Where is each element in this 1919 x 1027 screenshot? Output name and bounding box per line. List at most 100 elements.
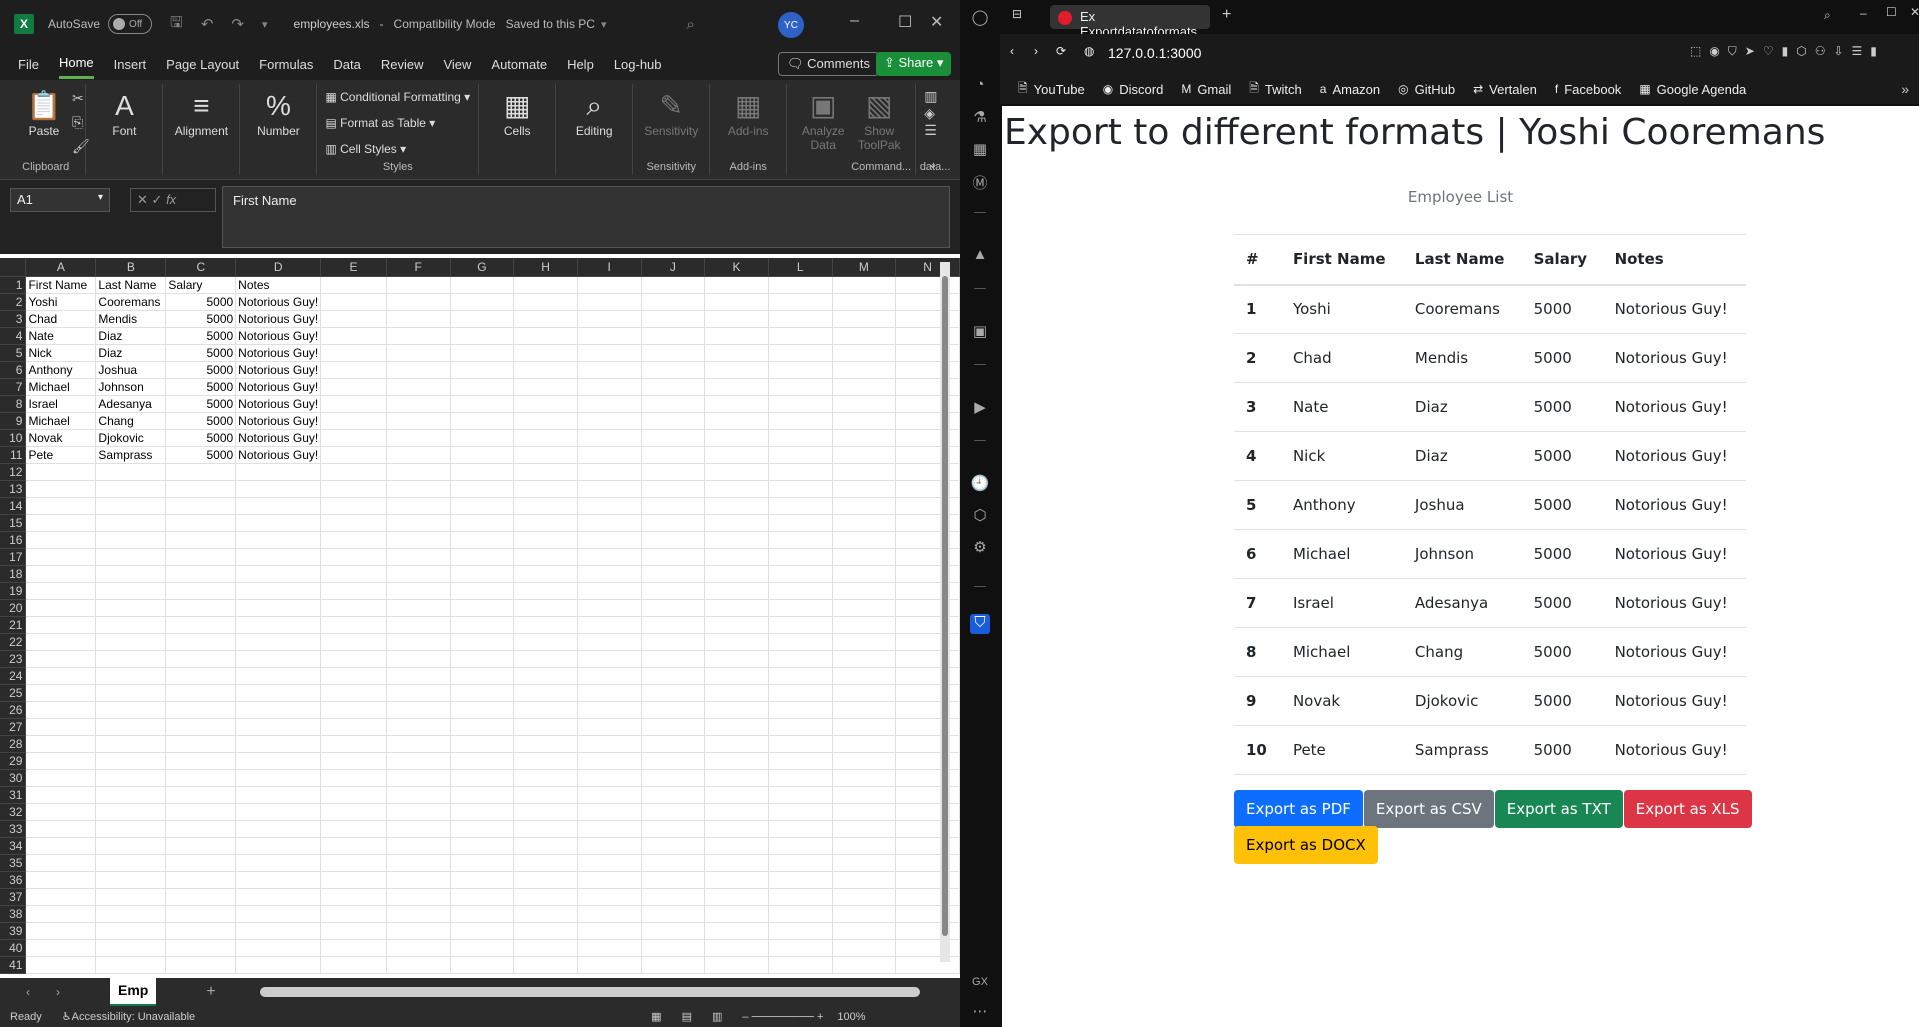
aria-icon[interactable]: ▲ [970,246,990,266]
minimize-icon[interactable]: – [850,12,859,30]
copy-icon[interactable]: ⎘ [72,114,83,131]
row-header[interactable]: 38 [0,905,27,923]
cell[interactable] [95,786,167,804]
cell[interactable]: 5000 [165,310,237,328]
cell[interactable] [450,327,515,345]
column-header[interactable]: B [95,258,167,277]
cell[interactable]: Novak [25,429,97,447]
more-bookmarks-icon[interactable]: » [1901,81,1909,97]
cell[interactable] [577,412,642,430]
cell[interactable] [704,480,769,498]
cell[interactable] [577,905,642,923]
cell[interactable] [235,752,322,770]
cell[interactable] [450,616,515,634]
cell[interactable] [513,752,578,770]
cell[interactable] [768,429,833,447]
cell[interactable] [450,684,515,702]
cell[interactable] [768,667,833,685]
cell[interactable] [25,582,97,600]
player-icon[interactable]: ▶ [970,398,990,418]
cell[interactable] [450,599,515,617]
cell[interactable] [641,463,706,481]
cell[interactable] [450,888,515,906]
cell[interactable] [320,497,387,515]
cell[interactable] [450,786,515,804]
cell[interactable] [704,514,769,532]
bookmark-amazon[interactable]: a Amazon [1320,82,1380,97]
cell[interactable] [768,531,833,549]
row-header[interactable]: 21 [0,616,27,634]
vertical-scrollbar[interactable] [940,262,950,962]
menu-help[interactable]: Help [567,51,594,78]
row-header[interactable]: 5 [0,344,27,362]
cell[interactable] [235,905,322,923]
menu-page-layout[interactable]: Page Layout [166,51,239,78]
cell[interactable] [386,752,451,770]
cell[interactable]: Salary [165,276,237,294]
normal-view-icon[interactable]: ▦ [651,1010,661,1023]
cell[interactable] [25,786,97,804]
cell[interactable] [235,718,322,736]
cell[interactable] [768,769,833,787]
cell[interactable] [386,327,451,345]
cell[interactable] [704,888,769,906]
row-header[interactable]: 14 [0,497,27,515]
cell[interactable] [768,361,833,379]
cell[interactable] [577,429,642,447]
cell[interactable] [832,616,897,634]
cell[interactable] [513,956,578,974]
cell[interactable] [832,820,897,838]
cell[interactable] [768,378,833,396]
cell[interactable] [641,820,706,838]
cell[interactable] [513,497,578,515]
cell[interactable] [320,956,387,974]
cell[interactable] [513,718,578,736]
maximize-icon[interactable]: ☐ [898,12,912,32]
row-header[interactable]: 17 [0,548,27,566]
row-header[interactable]: 22 [0,633,27,651]
cell[interactable]: Nate [25,327,97,345]
cell[interactable] [577,837,642,855]
cell[interactable] [235,463,322,481]
cell[interactable] [641,310,706,328]
cell[interactable] [704,497,769,515]
cell[interactable] [165,939,237,957]
cell[interactable] [768,684,833,702]
cell[interactable]: Israel [25,395,97,413]
bookmark-twitch[interactable]: 🗎 Twitch [1249,79,1302,100]
cell[interactable] [577,684,642,702]
cell[interactable] [386,735,451,753]
cell[interactable] [832,752,897,770]
cell[interactable] [235,769,322,787]
cell[interactable] [641,786,706,804]
cell[interactable] [704,871,769,889]
cell[interactable] [320,786,387,804]
bookmark-facebook[interactable]: f Facebook [1555,82,1621,97]
cell[interactable] [25,752,97,770]
cell[interactable] [577,922,642,940]
cell[interactable]: Notorious Guy! [235,344,322,362]
sheet-tab[interactable]: Emp [110,978,157,1006]
cell[interactable] [513,599,578,617]
cell[interactable] [450,361,515,379]
cell[interactable] [704,310,769,328]
saved-status[interactable]: Saved to this PC [506,17,595,31]
export-txt-button[interactable]: Export as TXT [1494,790,1623,828]
cell[interactable] [95,480,167,498]
format-as-table-button[interactable]: ▤ Format as Table ▾ [325,110,470,136]
cell[interactable] [704,599,769,617]
cell[interactable] [386,701,451,719]
page-layout-icon[interactable]: ▤ [682,1010,692,1023]
cell[interactable] [641,752,706,770]
cell[interactable] [235,531,322,549]
cell[interactable] [95,684,167,702]
cell[interactable] [577,293,642,311]
cell[interactable] [450,378,515,396]
cell[interactable] [386,718,451,736]
history-icon[interactable]: 🕘 [970,474,990,494]
active-tab[interactable]: Ex Exportdatatoformats [1050,5,1210,39]
cell[interactable] [95,854,167,872]
undo-icon[interactable]: ↶ [201,15,214,33]
row-header[interactable]: 12 [0,463,27,481]
cell[interactable] [577,650,642,668]
